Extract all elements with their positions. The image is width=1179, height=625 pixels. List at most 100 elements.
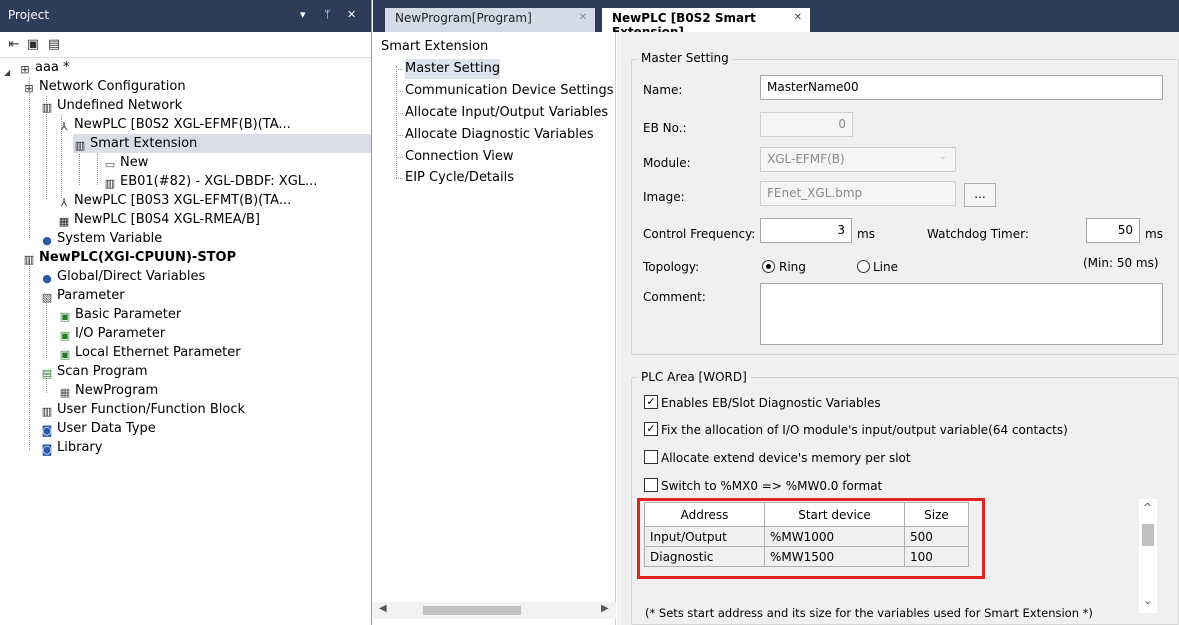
- pin-icon[interactable]: ᛘ: [324, 8, 331, 21]
- system-variable-icon: ●: [42, 234, 52, 247]
- watchdog-input[interactable]: 50: [1086, 218, 1140, 243]
- tree-node-smart-extension[interactable]: ▥ Smart Extension: [73, 134, 371, 153]
- watchdog-label: Watchdog Timer:: [927, 227, 1029, 241]
- tree-node-user-data-type[interactable]: ◙ User Data Type: [40, 419, 156, 438]
- control-frequency-input[interactable]: 3: [760, 218, 852, 243]
- comment-textarea[interactable]: [760, 283, 1163, 345]
- program-icon: ▦: [59, 386, 71, 399]
- nav-communication-device[interactable]: Communication Device Settings: [405, 81, 614, 101]
- tree-node-newplc-main[interactable]: ▥ NewPLC(XGI-CPUUN)-STOP: [22, 248, 236, 267]
- smart-extension-nav: Smart Extension Master Setting Communica…: [373, 32, 616, 625]
- master-setting-title: Master Setting: [637, 51, 733, 65]
- project-panel: Project ▾ ᛘ ✕ ⇤ ▣ ▤ ◢ ⊞ aaa * ⊞ Network Co…: [0, 0, 372, 625]
- project-tree: ◢ ⊞ aaa * ⊞ Network Configuration ▥ Undefin…: [0, 58, 371, 625]
- rack-icon: ▦: [58, 215, 70, 228]
- close-icon[interactable]: ✕: [347, 8, 356, 21]
- ethernet-parameter-icon: ▣: [59, 348, 71, 361]
- tab-new-program[interactable]: NewProgram[Program] ✕: [385, 8, 595, 32]
- watchdog-min-note: (Min: 50 ms): [1083, 256, 1159, 270]
- checkbox-switch-format[interactable]: [644, 478, 658, 492]
- tab-close-icon[interactable]: ✕: [794, 12, 802, 23]
- project-panel-header: Project ▾ ᛘ ✕: [0, 0, 371, 32]
- checkbox-fix-allocation[interactable]: ✓: [644, 422, 658, 436]
- nav-root[interactable]: Smart Extension: [381, 37, 488, 57]
- network-icon: ⊞: [20, 63, 30, 76]
- tree-node-library[interactable]: ◙ Library: [40, 438, 103, 457]
- tree-node-global-direct[interactable]: ● Global/Direct Variables: [40, 267, 205, 286]
- editor-area: Smart Extension Master Setting Communica…: [373, 32, 1179, 625]
- settings-panel: Master Setting Name: MasterName00 EB No.…: [617, 32, 1179, 625]
- tree-node-scan-program[interactable]: ▤ Scan Program: [40, 362, 148, 381]
- tree-node-io-parameter[interactable]: ▣ I/O Parameter: [58, 324, 165, 343]
- tree-node-root[interactable]: ◢ ⊞ aaa *: [4, 58, 70, 77]
- tree-node-parameter[interactable]: ▧ Parameter: [40, 286, 125, 305]
- plc-area-title: PLC Area [WORD]: [637, 370, 751, 384]
- table-vertical-scrollbar[interactable]: ^ ⌄: [1139, 499, 1157, 613]
- topology-line-radio[interactable]: [857, 260, 870, 273]
- nav-allocate-diagnostic[interactable]: Allocate Diagnostic Variables: [405, 125, 594, 145]
- parameter-icon: ▧: [41, 291, 53, 304]
- nav-eip-cycle[interactable]: EIP Cycle/Details: [405, 168, 514, 188]
- module-icon: ▥: [104, 177, 116, 190]
- tab-close-icon[interactable]: ✕: [579, 12, 587, 23]
- tree-node-local-ethernet[interactable]: ▣ Local Ethernet Parameter: [58, 343, 241, 362]
- tree-node-basic-parameter[interactable]: ▣ Basic Parameter: [58, 305, 181, 324]
- scroll-up-icon[interactable]: ^: [1143, 501, 1152, 514]
- network-folder-icon: ▥: [41, 101, 53, 114]
- scan-program-icon: ▤: [41, 367, 53, 380]
- tree-node-network-configuration[interactable]: ⊞ Network Configuration: [22, 77, 185, 96]
- checkbox-extend-memory-label: Allocate extend device's memory per slot: [661, 451, 911, 465]
- window-icon[interactable]: ▣: [25, 37, 41, 53]
- document-tabs: NewProgram[Program] ✕ NewPLC [B0S2 Smart…: [373, 0, 1179, 39]
- tree-node-newplc-b0s3[interactable]: ⅄ NewPLC [B0S3 XGL-EFMT(B)(TA...: [57, 191, 292, 210]
- highlight-box: [637, 498, 985, 579]
- topology-ring-radio[interactable]: [762, 260, 775, 273]
- image-input[interactable]: FEnet_XGL.bmp: [760, 181, 956, 206]
- tree-node-eb01[interactable]: ▥ EB01(#82) - XGL-DBDF: XGL...: [103, 172, 318, 191]
- checkbox-eb-slot-diag[interactable]: ✓: [644, 395, 658, 409]
- watchdog-unit: ms: [1145, 227, 1163, 241]
- tab-smart-extension[interactable]: NewPLC [B0S2 Smart Extension] ✕: [602, 8, 810, 39]
- checkbox-switch-format-label: Switch to %MX0 => %MW0.0 format: [661, 479, 883, 493]
- checkbox-fix-allocation-label: Fix the allocation of I/O module's input…: [661, 423, 1068, 437]
- global-variable-icon: ●: [42, 272, 52, 285]
- name-input[interactable]: MasterName00: [760, 75, 1163, 100]
- tree-node-newplc-b0s4[interactable]: ▦ NewPLC [B0S4 XGL-RMEA/B]: [57, 210, 260, 229]
- tree-view-icon[interactable]: ⇤: [6, 37, 22, 53]
- scroll-right-icon[interactable]: ▶: [601, 603, 609, 614]
- checkbox-eb-slot-diag-label: Enables EB/Slot Diagnostic Variables: [661, 396, 881, 410]
- nav-connection-view[interactable]: Connection View: [405, 147, 514, 167]
- tree-node-newplc-b0s2[interactable]: ⅄ NewPLC [B0S2 XGL-EFMF(B)(TA...: [57, 115, 291, 134]
- scroll-thumb[interactable]: [1142, 524, 1154, 546]
- ethernet-icon: ⅄: [60, 196, 68, 209]
- library-icon: ◙: [41, 443, 53, 456]
- module-select[interactable]: XGL-EFMF(B) ⌄: [760, 147, 956, 172]
- image-label: Image:: [643, 190, 685, 204]
- scroll-thumb[interactable]: [423, 606, 521, 615]
- horizontal-scrollbar[interactable]: ◀ ▶: [373, 602, 616, 619]
- browse-button[interactable]: ...: [964, 183, 996, 207]
- tree-node-new[interactable]: ▭ New: [103, 153, 149, 172]
- checkbox-extend-memory[interactable]: [644, 450, 658, 464]
- footnote: (* Sets start address and its size for t…: [645, 606, 1093, 620]
- nav-allocate-io[interactable]: Allocate Input/Output Variables: [405, 103, 608, 123]
- tree-node-new-program[interactable]: ▦ NewProgram: [58, 381, 158, 400]
- ethernet-icon: ⅄: [60, 120, 68, 133]
- data-type-icon: ◙: [41, 424, 53, 437]
- eb-no-input[interactable]: 0: [760, 112, 853, 137]
- nav-master-setting[interactable]: Master Setting: [405, 59, 501, 79]
- tree-node-user-function[interactable]: ▥ User Function/Function Block: [40, 400, 245, 419]
- tree-node-system-variable[interactable]: ● System Variable: [40, 229, 162, 248]
- scroll-down-icon[interactable]: ⌄: [1143, 594, 1152, 607]
- plc-icon: ▥: [23, 253, 35, 266]
- io-parameter-icon: ▣: [59, 329, 71, 342]
- scroll-left-icon[interactable]: ◀: [379, 603, 387, 614]
- dropdown-icon[interactable]: ▾: [300, 8, 306, 21]
- function-block-icon: ▥: [41, 405, 53, 418]
- module-label: Module:: [643, 156, 691, 170]
- control-frequency-label: Control Frequency:: [643, 227, 756, 241]
- folder-icon[interactable]: ▤: [46, 37, 62, 53]
- control-frequency-unit: ms: [857, 227, 875, 241]
- empty-slot-icon: ▭: [104, 158, 116, 171]
- tree-node-undefined-network[interactable]: ▥ Undefined Network: [40, 96, 182, 115]
